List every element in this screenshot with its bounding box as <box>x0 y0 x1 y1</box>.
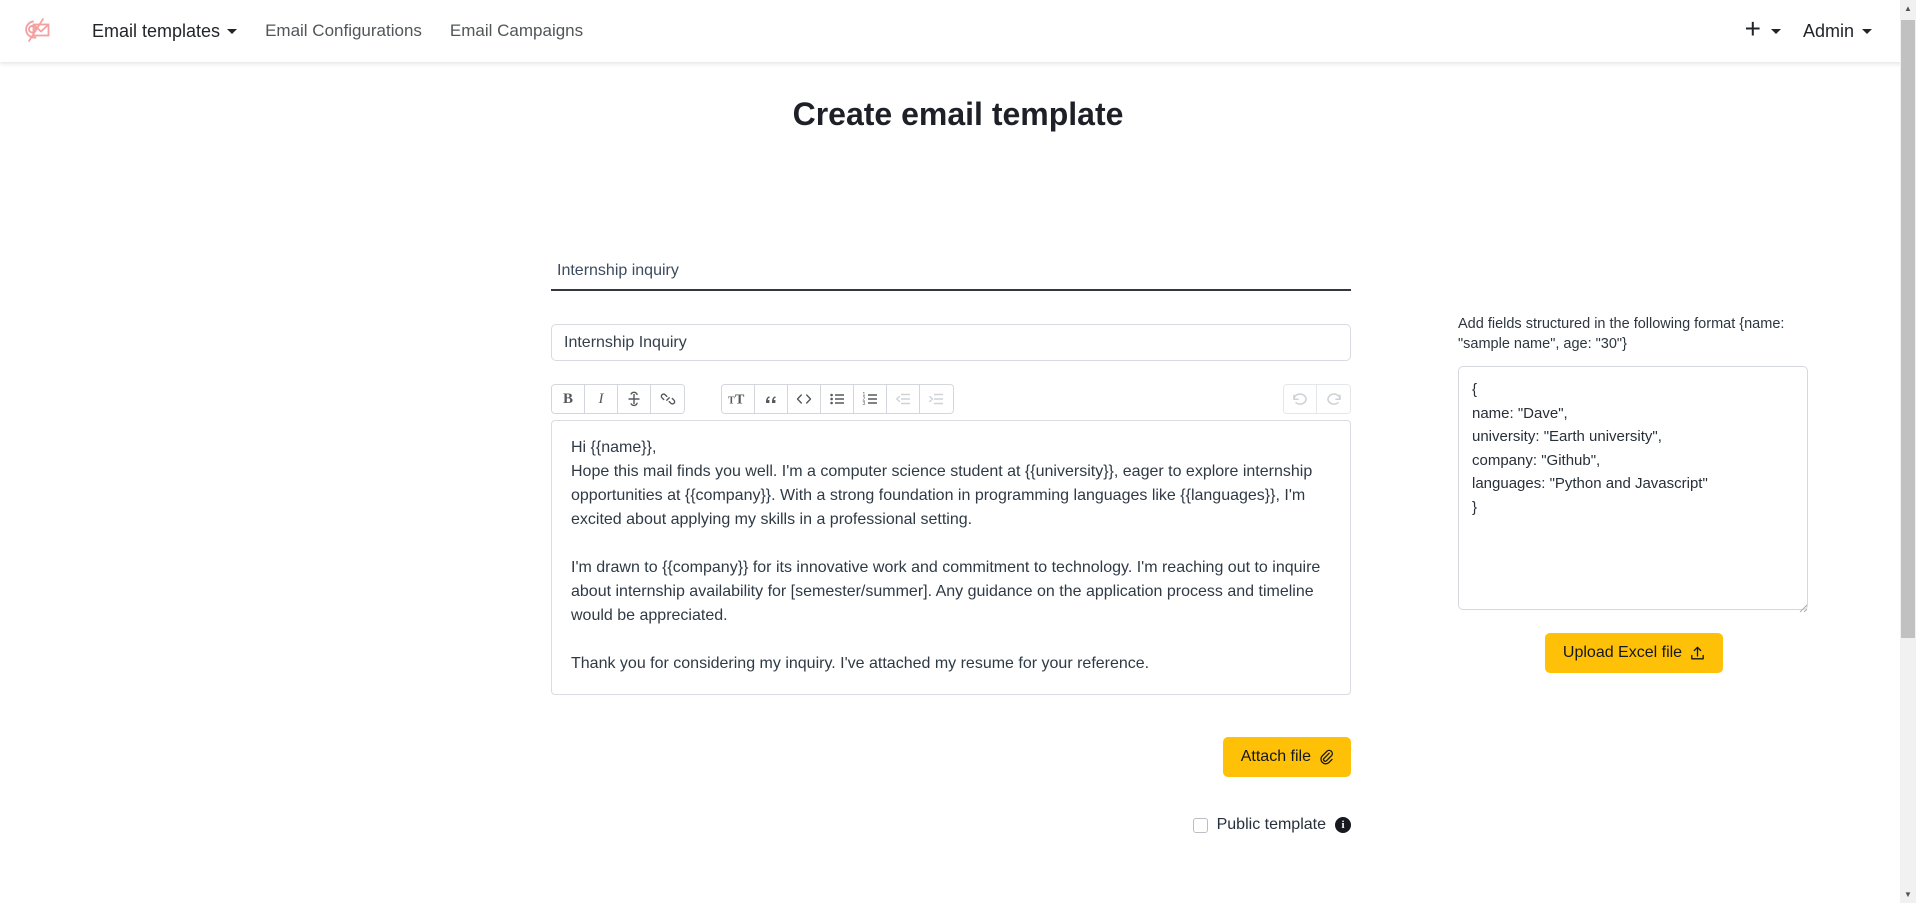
redo-glyph <box>1326 393 1341 405</box>
upload-excel-file-button[interactable]: Upload Excel file <box>1544 633 1724 673</box>
public-template-label: Public template <box>1216 816 1326 833</box>
nav-label-email-configurations: Email Configurations <box>265 21 422 40</box>
blockquote-icon[interactable] <box>755 385 788 413</box>
code-glyph <box>796 394 812 404</box>
top-navbar: Email templates Email Configurations Ema… <box>0 0 1916 62</box>
strikethrough-icon[interactable] <box>618 385 651 413</box>
heading-icon[interactable]: T T <box>722 385 755 413</box>
info-icon[interactable]: i <box>1335 817 1351 833</box>
nav-label-email-templates: Email templates <box>92 20 221 41</box>
resize-grip-icon[interactable] <box>1796 601 1808 613</box>
ol-glyph: 1 2 3 <box>862 392 877 407</box>
undo-icon[interactable] <box>1284 385 1317 413</box>
template-form: B I <box>551 258 1351 834</box>
code-icon[interactable] <box>788 385 821 413</box>
bold-icon[interactable]: B <box>552 385 585 413</box>
scroll-up-arrow-icon[interactable]: ▲ <box>1900 0 1916 17</box>
subject-input[interactable] <box>551 324 1351 361</box>
attach-file-label: Attach file <box>1240 748 1311 765</box>
brand-logo[interactable] <box>14 10 56 52</box>
admin-chevron-down-icon <box>1862 28 1872 34</box>
svg-text:3: 3 <box>862 401 865 407</box>
scroll-down-arrow-icon[interactable]: ▼ <box>1900 886 1916 903</box>
nav-item-email-campaigns[interactable]: Email Campaigns <box>436 15 597 47</box>
upload-row: Upload Excel file <box>1458 633 1810 673</box>
ul-glyph <box>829 393 844 405</box>
primary-nav: Email templates Email Configurations Ema… <box>78 15 597 48</box>
attach-file-button[interactable]: Attach file <box>1222 737 1351 777</box>
upload-excel-file-label: Upload Excel file <box>1562 644 1683 661</box>
fields-hint-text: Add fields structured in the following f… <box>1458 316 1785 352</box>
at-envelope-logo-icon <box>25 18 50 42</box>
heading-glyph: T T <box>728 393 745 408</box>
outdent-icon[interactable] <box>887 385 920 413</box>
public-template-row: Public template i <box>551 816 1351 834</box>
strikethrough-glyph <box>628 391 640 407</box>
nav-label-email-campaigns: Email Campaigns <box>449 21 584 40</box>
navbar-right-actions: + Admin <box>1739 15 1890 47</box>
link-icon[interactable] <box>651 385 684 413</box>
indent-icon[interactable] <box>920 385 953 413</box>
fields-textarea[interactable]: { name: "Dave", university: "Earth unive… <box>1458 366 1808 610</box>
quote-glyph <box>766 396 776 403</box>
link-glyph <box>660 393 675 405</box>
svg-text:T: T <box>735 393 745 408</box>
upload-icon <box>1691 646 1704 660</box>
undo-glyph <box>1293 393 1307 405</box>
outdent-glyph <box>895 393 910 405</box>
svg-text:T: T <box>728 396 735 407</box>
history-group <box>1283 384 1351 414</box>
public-template-checkbox[interactable] <box>1192 817 1208 833</box>
plus-icon[interactable]: + <box>1739 15 1767 47</box>
page-scrollbar[interactable]: ▲ ▼ <box>1900 0 1916 903</box>
paperclip-icon <box>1320 749 1333 765</box>
page-title: Create email template <box>792 96 1124 132</box>
nav-item-email-templates[interactable]: Email templates <box>78 15 251 48</box>
email-body-editor[interactable]: Hi {{name}}, Hope this mail finds you we… <box>551 420 1351 695</box>
editor-toolbar: B I T T 1 2 3 <box>551 384 1351 414</box>
block-format-group: T T 1 2 3 <box>721 384 954 414</box>
indent-glyph <box>929 393 943 405</box>
admin-menu[interactable]: Admin <box>1803 21 1872 42</box>
page-body: Create email template B I <box>0 62 1916 903</box>
numbered-list-icon[interactable]: 1 2 3 <box>854 385 887 413</box>
scrollbar-thumb[interactable] <box>1901 20 1915 638</box>
fields-panel: Add fields structured in the following f… <box>1458 314 1810 673</box>
chevron-down-icon <box>227 28 238 34</box>
redo-icon[interactable] <box>1317 385 1350 413</box>
nav-item-email-configurations[interactable]: Email Configurations <box>251 15 436 47</box>
template-name-input[interactable] <box>551 258 1351 291</box>
bulleted-list-icon[interactable] <box>821 385 854 413</box>
add-menu-chevron-down-icon[interactable] <box>1770 28 1781 34</box>
text-format-group: B I <box>551 384 685 414</box>
admin-label: Admin <box>1802 20 1854 41</box>
italic-icon[interactable]: I <box>585 385 618 413</box>
attach-file-row: Attach file <box>551 737 1351 777</box>
